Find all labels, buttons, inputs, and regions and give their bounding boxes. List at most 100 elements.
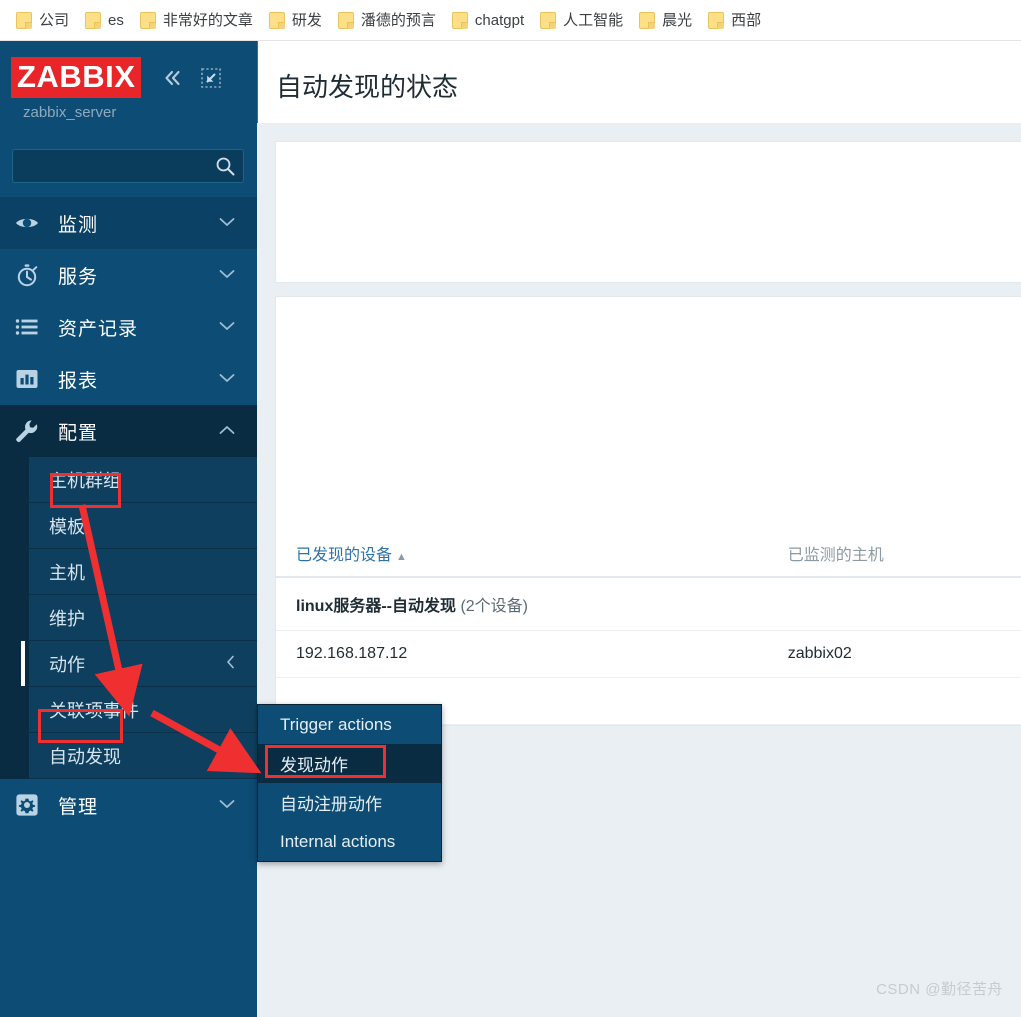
bookmark-label: 公司 xyxy=(39,11,70,29)
column-header-discovered-device[interactable]: 已发现的设备 ▲ xyxy=(276,528,768,578)
cell-monitored-host: zabbix02 xyxy=(767,630,1021,678)
search-icon[interactable] xyxy=(215,156,235,176)
gear-icon xyxy=(13,791,41,819)
chevron-down-icon xyxy=(219,214,235,232)
flyout-item-internal-actions[interactable]: Internal actions xyxy=(258,822,441,861)
chevron-down-icon xyxy=(219,796,235,814)
column-label: 已发现的设备 xyxy=(296,547,393,564)
folder-icon xyxy=(268,11,285,29)
list-icon xyxy=(13,313,41,341)
sidebar-subitem-label: 主机群组 xyxy=(49,470,121,491)
zabbix-logo[interactable]: ZABBIX xyxy=(11,57,142,98)
bookmark-item[interactable]: 西部 xyxy=(700,6,769,34)
sidebar-item-reports[interactable]: 报表 xyxy=(0,353,257,405)
sidebar-item-label: 报表 xyxy=(58,370,99,392)
group-count: (2个设备) xyxy=(460,598,529,615)
sidebar-subitem-label: 模板 xyxy=(49,516,85,537)
sidebar-header: ZABBIX zabbix_server xyxy=(0,41,257,137)
sidebar-item-host-groups[interactable]: 主机群组 xyxy=(29,457,257,503)
group-name: linux服务器--自动发现 xyxy=(296,598,456,615)
page-header: 自动发现的状态 xyxy=(257,41,1021,123)
folder-icon xyxy=(85,11,102,29)
folder-icon xyxy=(16,11,32,29)
sidebar-item-label: 资产记录 xyxy=(58,318,139,340)
chevron-down-icon xyxy=(219,318,235,336)
watermark: CSDN @勤径苦舟 xyxy=(876,981,1003,998)
bookmarks-bar: 公司 es 非常好的文章 研发 潘德的预言 chatgpt 人工智能 晨光 西部 xyxy=(0,0,1021,41)
folder-icon xyxy=(337,11,354,29)
group-cell: linux服务器--自动发现 (2个设备) xyxy=(276,577,1021,631)
sidebar-item-hosts[interactable]: 主机 xyxy=(29,549,257,595)
collapse-to-corner-icon[interactable] xyxy=(201,68,221,88)
sidebar-item-maintenance[interactable]: 维护 xyxy=(29,595,257,641)
table-row: 192.168.187.12 zabbix02 xyxy=(276,630,1021,678)
column-label: 已监测的主机 xyxy=(787,547,884,564)
sidebar-subitem-label: 主机 xyxy=(49,562,85,583)
sidebar-item-label: 管理 xyxy=(58,796,99,818)
sidebar-submenu-configuration: 主机群组 模板 主机 维护 动作 关联项事件 自动发现 xyxy=(0,457,257,779)
flyout-item-label: Trigger actions xyxy=(280,714,392,734)
page-title: 自动发现的状态 xyxy=(276,72,459,102)
column-header-monitored-host[interactable]: 已监测的主机 xyxy=(767,528,1021,578)
sidebar-item-label: 服务 xyxy=(58,266,99,288)
folder-icon xyxy=(540,11,557,29)
eye-icon xyxy=(13,209,41,237)
bookmark-item[interactable]: chatgpt xyxy=(444,6,532,34)
panel-blank-area xyxy=(276,297,1021,528)
flyout-item-label: 自动注册动作 xyxy=(280,795,382,814)
bookmark-item[interactable]: 研发 xyxy=(261,6,330,34)
sidebar-item-actions[interactable]: 动作 xyxy=(21,641,257,687)
sidebar-subitem-label: 维护 xyxy=(49,608,85,629)
sidebar-header-icons xyxy=(161,67,221,89)
server-name: zabbix_server xyxy=(23,104,117,121)
search-box[interactable] xyxy=(12,149,244,183)
flyout-item-discovery-actions[interactable]: 发现动作 xyxy=(258,744,441,783)
sidebar-item-administration[interactable]: 管理 xyxy=(0,779,257,831)
sidebar-item-label: 监测 xyxy=(58,214,99,236)
chevron-down-icon xyxy=(219,266,235,284)
bookmark-label: es xyxy=(108,11,124,29)
sidebar-item-discovery[interactable]: 自动发现 xyxy=(29,733,257,779)
sidebar: ZABBIX zabbix_server 监测 服务 资产记录 报表 配置 主机… xyxy=(0,41,257,1017)
chevron-left-icon xyxy=(226,655,235,673)
bookmark-label: 研发 xyxy=(291,11,322,29)
bookmark-item[interactable]: es xyxy=(77,6,132,34)
bookmark-item[interactable]: 人工智能 xyxy=(532,6,631,34)
bookmark-label: 人工智能 xyxy=(563,11,624,29)
discovery-panel: 已发现的设备 ▲ 已监测的主机 linux服务器--自动发现 (2个设备) 19… xyxy=(275,296,1021,726)
sidebar-search-wrap xyxy=(0,137,257,197)
folder-icon xyxy=(451,11,468,29)
bookmark-label: 西部 xyxy=(731,11,762,29)
bookmark-item[interactable]: 潘德的预言 xyxy=(330,6,444,34)
sidebar-item-services[interactable]: 服务 xyxy=(0,249,257,301)
sidebar-item-templates[interactable]: 模板 xyxy=(29,503,257,549)
cell-monitored-host xyxy=(767,677,1021,725)
sidebar-item-inventory[interactable]: 资产记录 xyxy=(0,301,257,353)
bookmark-item[interactable]: 非常好的文章 xyxy=(132,6,261,34)
bookmark-label: 非常好的文章 xyxy=(162,11,253,29)
sidebar-menu-bottom: 管理 xyxy=(0,779,257,831)
search-input[interactable] xyxy=(13,150,243,182)
bookmark-label: chatgpt xyxy=(474,11,525,29)
browser-window: 公司 es 非常好的文章 研发 潘德的预言 chatgpt 人工智能 晨光 西部… xyxy=(0,0,1021,1017)
bar-chart-icon xyxy=(13,365,41,393)
actions-flyout-menu: Trigger actions 发现动作 自动注册动作 Internal act… xyxy=(257,704,442,862)
flyout-item-autoregistration-actions[interactable]: 自动注册动作 xyxy=(258,783,441,822)
folder-icon xyxy=(639,11,656,29)
cell-device-ip: 192.168.187.12 xyxy=(276,630,768,678)
table-header-row: 已发现的设备 ▲ 已监测的主机 xyxy=(276,528,1021,578)
bookmark-item[interactable]: 公司 xyxy=(8,6,77,34)
double-chevron-left-icon[interactable] xyxy=(161,67,183,89)
sidebar-item-configuration[interactable]: 配置 xyxy=(0,405,257,457)
wrench-icon xyxy=(13,417,41,445)
sidebar-menu: 监测 服务 资产记录 报表 配置 xyxy=(0,197,257,457)
flyout-item-label: 发现动作 xyxy=(280,756,348,775)
bookmark-item[interactable]: 晨光 xyxy=(631,6,700,34)
sidebar-subitem-label: 动作 xyxy=(49,654,85,675)
sidebar-subitem-label: 关联项事件 xyxy=(49,700,139,721)
sidebar-item-correlation-events[interactable]: 关联项事件 xyxy=(29,687,257,733)
flyout-item-trigger-actions[interactable]: Trigger actions xyxy=(258,705,441,744)
bookmark-label: 潘德的预言 xyxy=(360,11,436,29)
sidebar-item-monitoring[interactable]: 监测 xyxy=(0,197,257,249)
folder-icon xyxy=(139,11,156,29)
